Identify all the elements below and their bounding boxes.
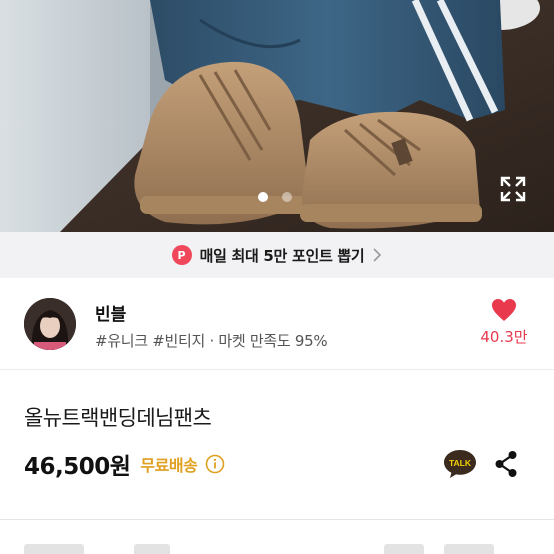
price-row: 46,500원 무료배송 (24, 448, 225, 480)
next-section-preview (24, 544, 504, 554)
seller-avatar[interactable] (24, 298, 76, 350)
shipping-badge: 무료배송 (140, 456, 198, 475)
seller-tags: #유니크 #빈티지 · 마켓 만족도 95% (95, 332, 328, 350)
section-divider (0, 519, 554, 520)
product-title: 올뉴트랙밴딩데님팬츠 (24, 406, 212, 430)
product-price: 46,500원 (24, 454, 131, 480)
avatar-image (24, 298, 76, 350)
seller-section[interactable]: 빈블 #유니크 #빈티지 · 마켓 만족도 95% 40.3만 (0, 278, 554, 370)
product-photo[interactable] (0, 0, 554, 232)
heart-icon (492, 299, 516, 321)
share-icon[interactable] (494, 450, 518, 478)
product-detail-page: P 매일 최대 5만 포인트 뽑기 빈블 #유니크 #빈티지 · 마켓 만족도 … (0, 0, 554, 554)
like-button[interactable]: 40.3만 (474, 298, 534, 347)
point-event-banner[interactable]: P 매일 최대 5만 포인트 뽑기 (0, 232, 554, 278)
slide-indicator[interactable] (258, 192, 292, 202)
info-icon[interactable] (205, 454, 225, 474)
point-badge-icon: P (171, 245, 192, 265)
seller-name[interactable]: 빈블 (95, 300, 126, 325)
slide-dot-active[interactable] (258, 192, 268, 202)
chevron-right-icon (373, 248, 382, 262)
banner-text: 매일 최대 5만 포인트 뽑기 (199, 246, 365, 265)
kakao-talk-icon[interactable]: TALK (443, 449, 477, 479)
talk-label: TALK (449, 458, 472, 468)
expand-icon[interactable] (500, 176, 526, 202)
slide-dot[interactable] (282, 192, 292, 202)
like-count: 40.3만 (480, 328, 528, 346)
